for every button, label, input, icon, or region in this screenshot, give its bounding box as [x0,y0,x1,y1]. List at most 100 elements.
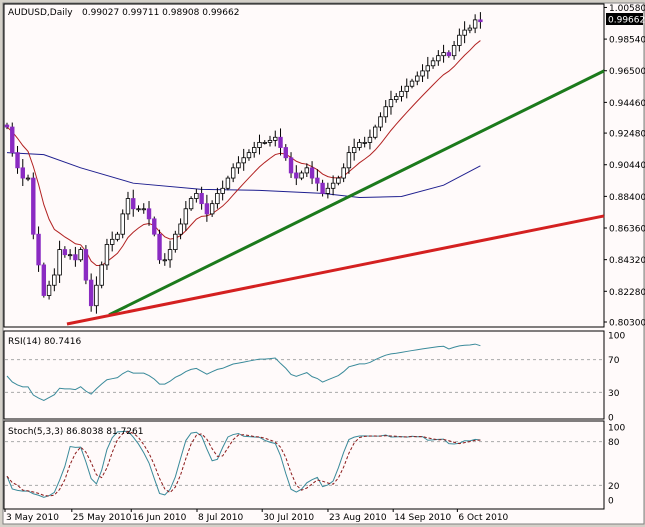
candle-bull [67,254,73,257]
rsi-level-label: 100 [608,332,625,342]
stoch-level-label: 20 [608,482,620,492]
candle-bull [57,249,62,276]
candle-bull [430,60,436,67]
rsi-level-label: 0 [608,414,614,424]
candle-bull [441,52,446,57]
candle-bear [73,254,78,261]
candle-bear [15,152,20,169]
candle-bull [399,90,404,97]
price-tick-label: 1.00580 [609,4,645,14]
candle-bull [346,152,352,169]
candle-bear [152,218,157,235]
candle-bear [146,208,152,220]
candle-bull [262,141,267,144]
candle-bull [409,80,415,87]
candle-bear [283,147,288,159]
candle-bull [46,284,52,296]
candle-bear [4,124,10,128]
candle-bull [110,238,115,245]
candle-bear [10,126,15,154]
date-tick-label: 3 May 2010 [6,513,59,523]
candle-bear [320,182,325,194]
candle-bull [225,177,231,189]
stoch-level-label: 0 [608,497,614,507]
last-price-label: 0.99662 [608,16,645,26]
candle-bull [167,249,173,261]
candle-bull [252,147,257,154]
candle-bear [199,193,204,205]
candle-bear [309,167,315,179]
candle-bear [36,233,41,266]
candle-bull [273,136,278,141]
candle-bear [288,157,294,174]
date-tick-label: 25 May 2010 [73,513,132,523]
date-tick-label: 16 Jun 2010 [132,513,186,523]
price-tick-label: 0.94460 [609,99,645,109]
date-tick-label: 8 Jul 2010 [198,513,243,523]
candle-bull [141,208,146,211]
candle-bull [94,284,99,307]
rsi-level-label: 30 [608,389,620,399]
candle-bull [299,172,304,179]
chart-background [2,2,645,525]
candle-bull [325,187,331,194]
candle-bull [241,157,246,164]
date-tick-label: 6 Oct 2010 [458,513,508,523]
candle-bull [341,167,346,179]
candle-bull [388,99,394,108]
chart-window[interactable]: 1.00580 0.98540 0.96500 0.94460 0.92480 0.904… [0,0,645,527]
candle-bull [472,19,478,29]
candle-bull [52,274,57,286]
candle-bull [362,141,367,144]
candle-bull [462,29,467,36]
price-tick-label: 0.90440 [609,161,645,171]
candle-bull [120,213,125,235]
candle-bull [104,244,110,266]
candle-bear [20,167,25,179]
candle-bull [115,233,120,240]
candle-bull [136,208,141,211]
candle-bull [25,177,31,180]
date-tick-label: 14 Sep 2010 [394,513,451,523]
candle-bull [372,126,378,138]
price-tick-label: 0.82280 [609,288,645,298]
candle-bull [257,141,262,148]
candle-bull [304,167,310,174]
candle-bear [278,136,283,148]
candle-bull [78,249,83,261]
candle-bear [62,249,68,256]
candle-bull [125,198,131,215]
candle-bear [204,203,210,215]
candle-bull [436,55,441,62]
candle-bear [294,172,299,179]
candle-bear [315,177,320,184]
price-tick-label: 0.84320 [609,256,645,266]
candle-bull [383,106,388,118]
candle-bull [415,75,420,82]
date-tick-label: 30 Jul 2010 [263,513,314,523]
candle-bear [478,19,483,23]
rsi-level-label: 70 [608,356,620,366]
candle-bull [351,147,357,154]
candle-bull [178,223,183,235]
candle-bull [162,259,167,262]
chart-ohlc-values: 0.99027 0.99711 0.98908 0.99662 [82,8,239,18]
candle-bull [209,203,215,215]
chart-symbol-label: AUDUSD,Daily [8,8,73,18]
candle-bull [183,208,189,225]
candle-bear [157,233,162,261]
candle-bull [394,96,399,100]
candle-bull [336,177,341,184]
candle-bull [467,27,473,31]
price-tick-label: 0.98540 [609,36,645,46]
stoch-level-label: 100 [608,424,625,434]
candle-bear [446,52,452,57]
candle-bull [173,233,178,250]
candle-bull [404,85,409,92]
candle-bull [236,162,241,169]
candle-bull [357,141,362,148]
candle-bear [88,279,94,307]
price-tick-label: 0.86360 [609,225,645,235]
date-tick-label: 23 Aug 2010 [329,513,387,523]
candle-bull [194,193,199,199]
